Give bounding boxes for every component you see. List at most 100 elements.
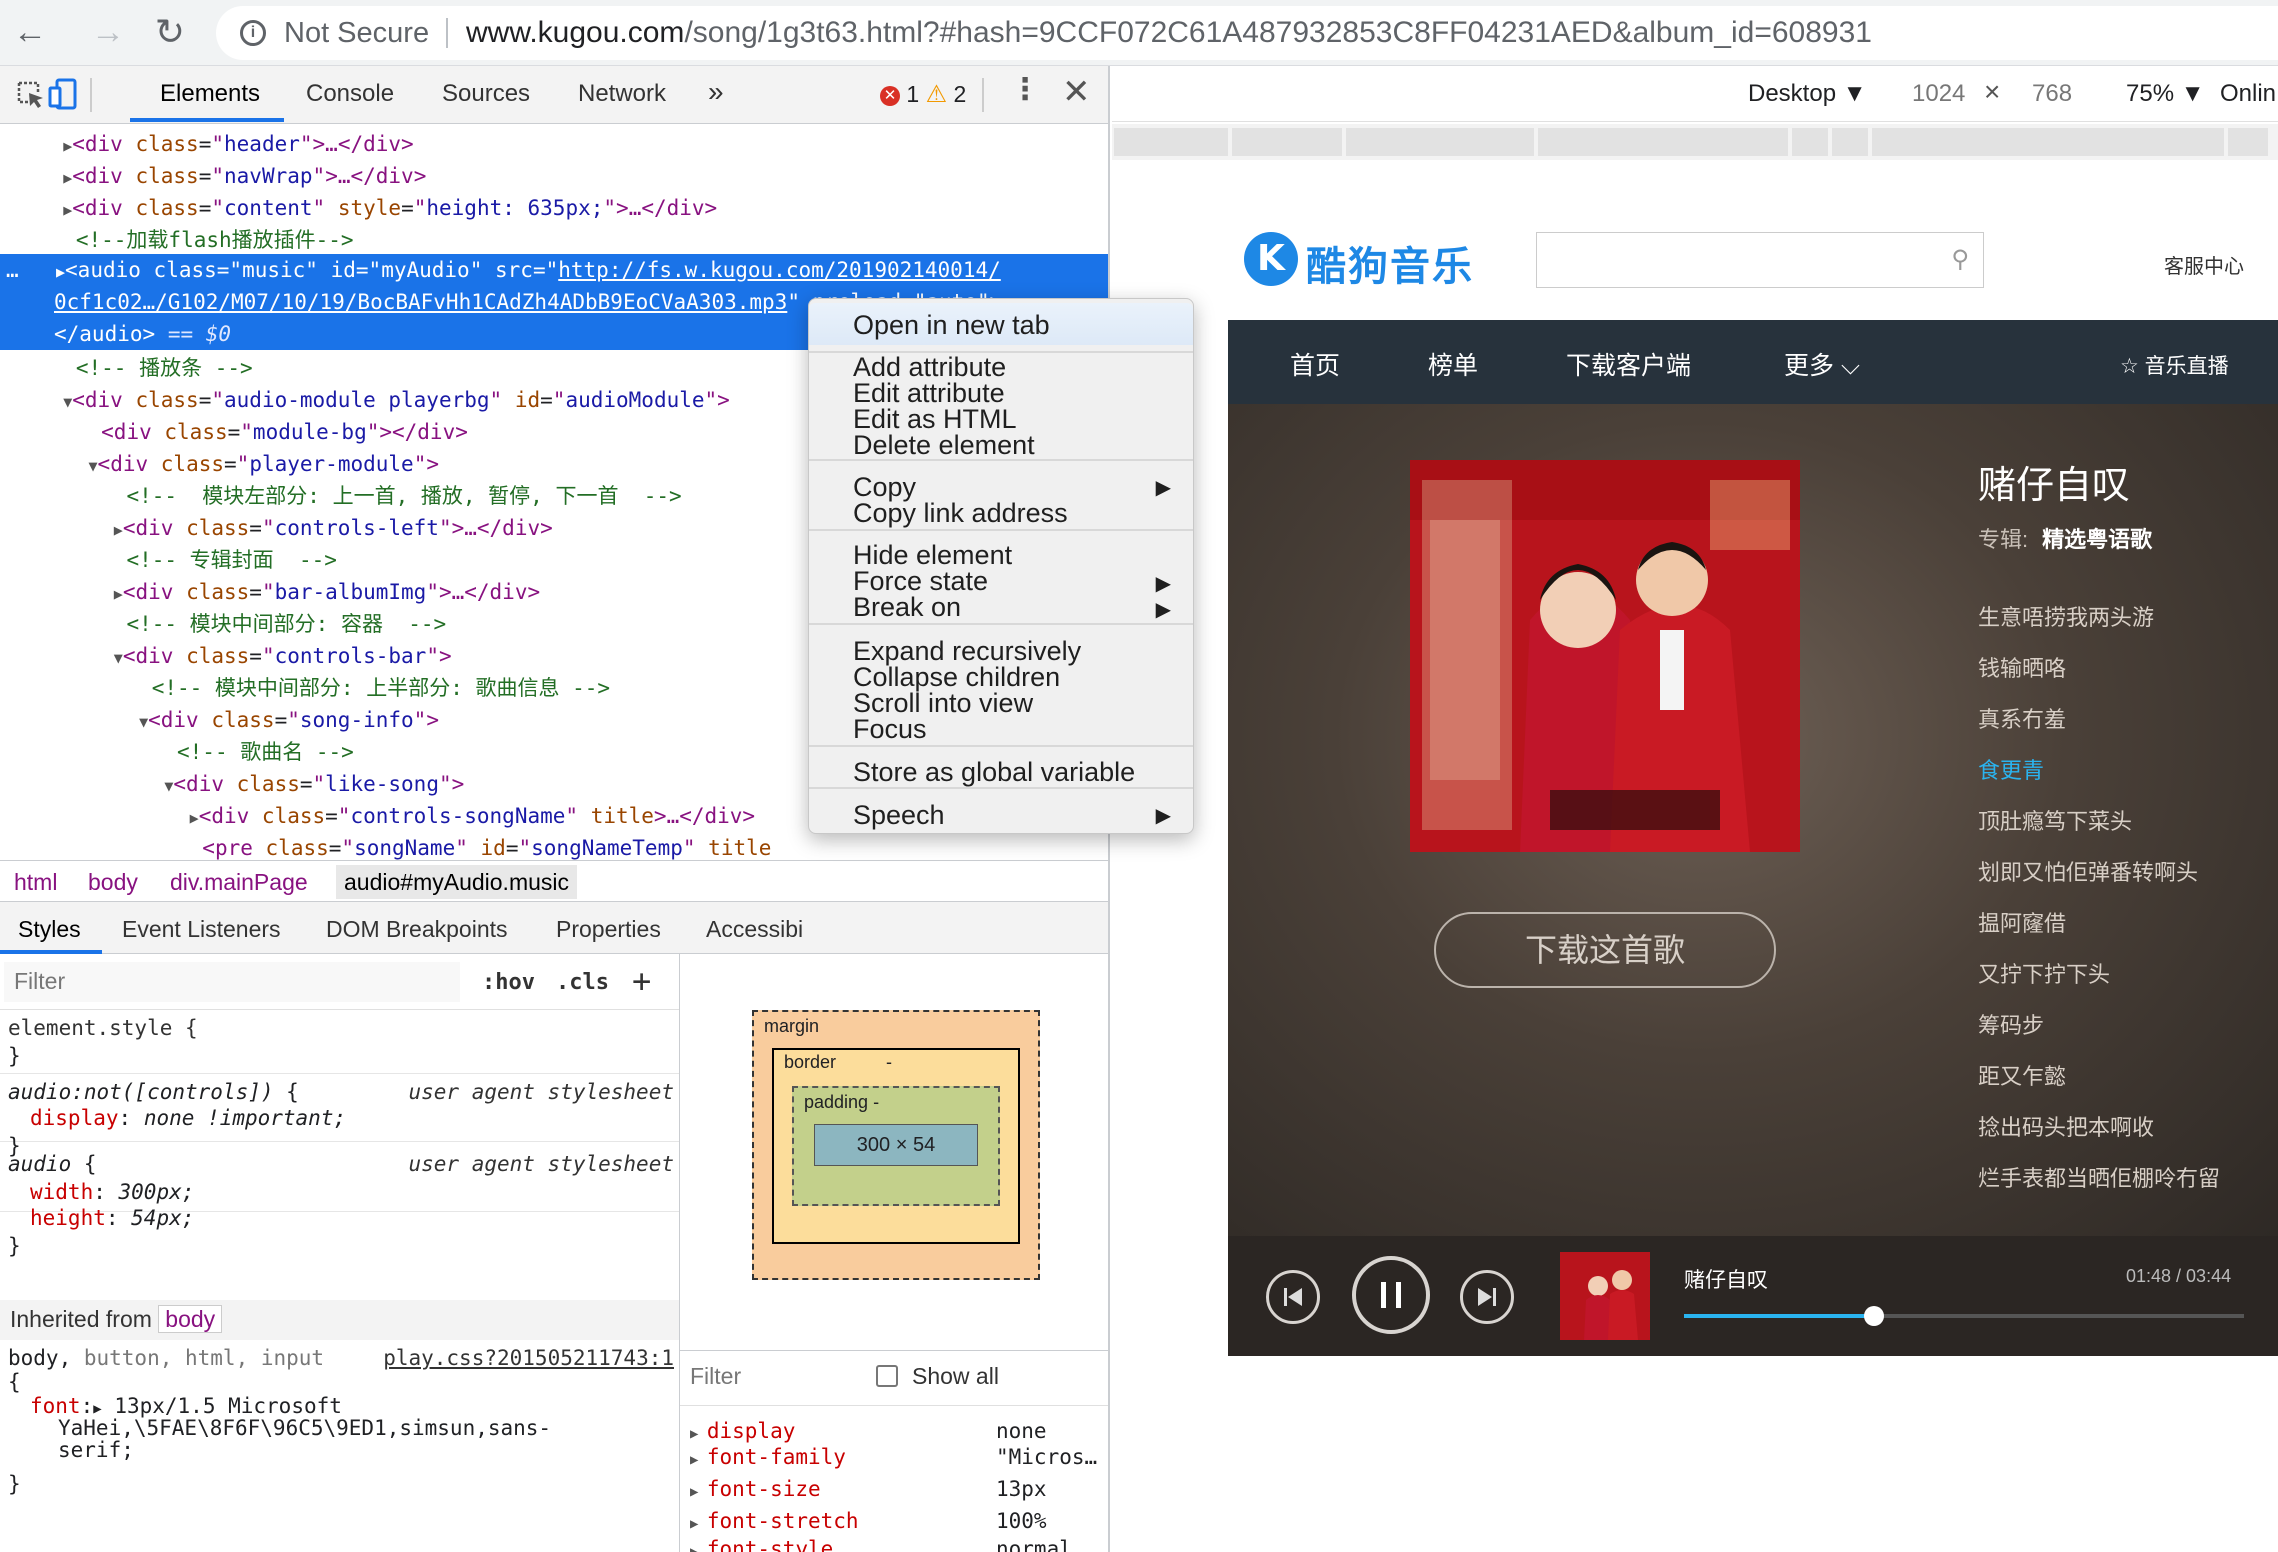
- menu-speech[interactable]: Speech: [853, 797, 945, 833]
- inspect-element-icon[interactable]: [16, 80, 46, 110]
- hov-toggle[interactable]: :hov: [482, 970, 535, 995]
- menu-break-on[interactable]: Break on: [853, 589, 961, 625]
- next-track-button[interactable]: [1460, 1270, 1514, 1324]
- attr-value: module-bg: [252, 420, 367, 444]
- box-model-diagram: margin border - padding - 300 × 54: [752, 1010, 1040, 1280]
- computed-row[interactable]: ▶ font-size 13px: [680, 1474, 1108, 1504]
- nav-more[interactable]: 更多 ⌵: [1784, 346, 1860, 382]
- device-toggle-icon[interactable]: [48, 78, 78, 110]
- menu-delete-element[interactable]: Delete element: [853, 427, 1035, 463]
- tab-accessibility[interactable]: Accessibi: [706, 916, 803, 943]
- tab-sources[interactable]: Sources: [442, 80, 530, 108]
- download-song-button[interactable]: 下载这首歌: [1434, 912, 1776, 988]
- viewport-height[interactable]: 768: [2032, 80, 2072, 108]
- kugou-logo-text[interactable]: 酷狗音乐: [1306, 234, 1474, 292]
- site-search-input[interactable]: ⚲: [1536, 232, 1984, 288]
- rule-source-link[interactable]: play.css?201505211743:1: [383, 1344, 674, 1372]
- computed-row[interactable]: ▶ font-family "Micros…: [680, 1442, 1108, 1472]
- copy-submenu-icon: ▶: [1155, 477, 1171, 499]
- pause-button[interactable]: [1352, 1256, 1430, 1334]
- audio-src-link-cont[interactable]: 0cf1c02…/G102/M07/10/19/BocBAFvHh1CAdZh4…: [54, 290, 787, 314]
- zoom-select[interactable]: 75% ▼: [2126, 80, 2204, 108]
- more-tabs-icon[interactable]: »: [708, 76, 724, 108]
- inherited-label: Inherited from: [10, 1306, 152, 1332]
- dom-node[interactable]: ▶<div class="content" style="height: 635…: [0, 192, 1108, 224]
- album-name[interactable]: 精选粤语歌: [2042, 527, 2152, 552]
- tab-network[interactable]: Network: [578, 80, 666, 108]
- tab-properties[interactable]: Properties: [556, 916, 661, 943]
- album-prefix: 专辑:: [1978, 527, 2029, 552]
- computed-row[interactable]: ▶ font-style normal: [680, 1534, 1108, 1552]
- crumb-body[interactable]: body: [88, 869, 138, 896]
- browser-toolbar: ← → ↻ i Not Secure www.kugou.com/song/1g…: [0, 0, 2278, 66]
- attr-value: bar-albumImg: [274, 580, 427, 604]
- nav-home[interactable]: 首页: [1290, 346, 1340, 382]
- service-center-link[interactable]: 客服中心: [2164, 250, 2244, 279]
- style-rule[interactable]: audio:not([controls]) { user agent style…: [0, 1074, 679, 1158]
- previous-track-button[interactable]: [1266, 1270, 1320, 1324]
- attr-value: audioModule: [565, 388, 705, 412]
- tab-elements[interactable]: Elements: [160, 80, 260, 108]
- issues-badge[interactable]: ✕ 1 ⚠ 2: [880, 80, 966, 109]
- menu-store-global[interactable]: Store as global variable: [853, 754, 1135, 790]
- forward-icon[interactable]: →: [88, 12, 128, 52]
- tab-event-listeners[interactable]: Event Listeners: [122, 916, 281, 943]
- throttle-select[interactable]: Onlin: [2220, 80, 2276, 108]
- device-select[interactable]: Desktop ▼: [1748, 80, 1866, 108]
- viewport-width[interactable]: 1024: [1912, 80, 1965, 108]
- crumb-audio[interactable]: audio#myAudio.music: [336, 865, 578, 899]
- crumb-mainpage[interactable]: div.mainPage: [170, 869, 308, 896]
- menu-focus[interactable]: Focus: [853, 711, 927, 747]
- active-tab-indicator: [130, 118, 284, 122]
- comment-text: <!-- 专辑封面 -->: [126, 548, 337, 572]
- lyric-line: 烂手表都当晒佢棚呤冇留: [1978, 1166, 2221, 1191]
- dom-node[interactable]: ▶<div class="header">…</div>: [0, 128, 1108, 160]
- close-devtools-icon[interactable]: ✕: [1062, 72, 1091, 112]
- style-rule[interactable]: body, button, html, input play.css?20150…: [0, 1340, 679, 1496]
- info-icon[interactable]: i: [240, 20, 266, 46]
- lyric-line: 揾阿窿借: [1978, 911, 2067, 936]
- selector-text: audio:not([controls]) {: [8, 1080, 299, 1104]
- site-header: K 酷狗音乐 ⚲ 客服中心: [1228, 200, 2278, 320]
- style-rule[interactable]: element.style { }: [0, 1010, 679, 1074]
- not-secure-label[interactable]: Not Secure: [284, 17, 429, 50]
- breadcrumb: html body div.mainPage audio#myAudio.mus…: [0, 860, 1108, 902]
- nav-charts[interactable]: 榜单: [1428, 346, 1478, 382]
- search-icon[interactable]: ⚲: [1951, 245, 1969, 274]
- menu-open-new-tab[interactable]: Open in new tab: [853, 307, 1050, 343]
- media-query-ruler[interactable]: [1112, 124, 2278, 160]
- computed-filter-input[interactable]: Filter: [690, 1363, 741, 1390]
- progress-track[interactable]: [1684, 1306, 2244, 1326]
- nav-music-live[interactable]: ☆ 音乐直播: [2120, 350, 2229, 380]
- computed-row[interactable]: ▶ font-stretch 100%: [680, 1506, 1108, 1536]
- kugou-logo-icon[interactable]: K: [1244, 232, 1298, 286]
- attr-value: controls-bar: [274, 644, 427, 668]
- tab-dom-breakpoints[interactable]: DOM Breakpoints: [326, 916, 508, 943]
- styles-filter-input[interactable]: Filter: [4, 962, 460, 1002]
- url-text[interactable]: www.kugou.com/song/1g3t63.html?#hash=9CC…: [466, 16, 1872, 50]
- attr-value: like-song: [325, 772, 439, 796]
- cls-toggle[interactable]: .cls: [556, 970, 609, 995]
- tab-console[interactable]: Console: [306, 80, 394, 108]
- box-content[interactable]: 300 × 54: [814, 1124, 978, 1166]
- dom-node[interactable]: ▶<div class="navWrap">…</div>: [0, 160, 1108, 192]
- audio-src-link[interactable]: http://fs.w.kugou.com/201902140014/: [558, 258, 1001, 282]
- lyric-line-active: 食更青: [1978, 758, 2045, 783]
- crumb-html[interactable]: html: [14, 869, 57, 896]
- reload-icon[interactable]: ↻: [150, 12, 190, 52]
- progress-knob[interactable]: [1864, 1306, 1885, 1326]
- show-all-checkbox[interactable]: [876, 1365, 898, 1387]
- lyric-line: 捻出码头把本啊收: [1978, 1115, 2155, 1140]
- kebab-menu-icon[interactable]: ⋮: [1010, 72, 1040, 107]
- dom-comment[interactable]: <!--加载flash播放插件-->: [0, 224, 1108, 256]
- menu-copy-link[interactable]: Copy link address: [853, 495, 1068, 531]
- new-rule-icon[interactable]: +: [632, 962, 651, 1000]
- style-rule[interactable]: audio { user agent stylesheet width: 300…: [0, 1144, 679, 1258]
- inherited-body-link[interactable]: body: [158, 1305, 223, 1333]
- lyric-line: 又拧下拧下头: [1978, 962, 2111, 987]
- address-bar[interactable]: i Not Secure www.kugou.com/song/1g3t63.h…: [216, 6, 2278, 60]
- nav-download-client[interactable]: 下载客户端: [1566, 346, 1691, 382]
- back-icon[interactable]: ←: [10, 12, 50, 52]
- pause-icon: [1381, 1282, 1401, 1308]
- tab-styles[interactable]: Styles: [18, 916, 81, 943]
